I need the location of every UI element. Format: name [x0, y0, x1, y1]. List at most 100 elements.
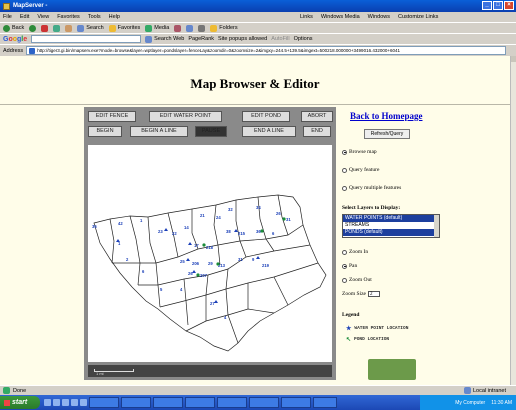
home-icon[interactable] — [65, 24, 73, 32]
forward-arrow-icon[interactable] — [29, 24, 37, 32]
legend-label: Legend — [342, 312, 360, 318]
pasture-map[interactable]: 36 42 1 23 22 14 21 24 32 34 26 31 38 21… — [88, 145, 332, 362]
autofill-button[interactable]: AutoFill — [271, 36, 289, 42]
overview-map[interactable] — [368, 359, 416, 380]
taskbar-item[interactable] — [89, 397, 119, 408]
vertical-scrollbar[interactable] — [510, 56, 516, 385]
quick-launch-icon[interactable] — [62, 399, 69, 406]
quick-launch-icon[interactable] — [71, 399, 78, 406]
pagerank-button[interactable]: PageRank — [188, 36, 214, 42]
menu-edit[interactable]: Edit — [20, 14, 29, 20]
ie-icon — [3, 2, 10, 10]
listbox-scrollbar[interactable] — [434, 215, 439, 237]
media-button[interactable]: Media — [145, 24, 169, 32]
refresh-query-button[interactable]: Refresh/Query — [364, 129, 410, 139]
pond-marker — [260, 229, 264, 233]
refresh-icon[interactable] — [53, 24, 61, 32]
taskbar-item[interactable] — [313, 397, 337, 408]
search-button[interactable]: Search — [77, 24, 104, 32]
history-icon[interactable] — [174, 24, 182, 32]
layers-listbox[interactable]: WATER POINTS (default) STREAMS PONDS (de… — [342, 214, 440, 238]
link-customize[interactable]: Customize Links — [398, 14, 438, 20]
taskbar-item[interactable] — [281, 397, 311, 408]
pond-marker — [216, 262, 220, 266]
map-label: 32 — [228, 207, 233, 212]
back-button[interactable]: Back — [3, 24, 24, 32]
favorites-button[interactable]: Favorites — [108, 24, 140, 32]
radio-icon[interactable] — [342, 249, 347, 255]
quick-launch-icon[interactable] — [53, 399, 60, 406]
menu-favorites[interactable]: Favorites — [57, 14, 80, 20]
radio-icon[interactable] — [342, 185, 347, 191]
address-input[interactable]: http://tiger3.gi.bin/mapserv.exe?mode=br… — [26, 46, 506, 55]
end-a-line-button[interactable]: END A LINE — [242, 126, 296, 137]
options-button[interactable]: Options — [294, 36, 313, 42]
taskbar-item[interactable] — [185, 397, 215, 408]
map-label: 218 — [206, 245, 214, 250]
pause-button[interactable]: PAUSE — [195, 126, 227, 137]
radio-icon[interactable] — [342, 149, 347, 155]
radio-icon[interactable] — [342, 277, 347, 283]
mode-query-multiple[interactable]: Query multiple features — [342, 185, 401, 191]
abort-button[interactable]: ABORT — [301, 111, 333, 122]
clock[interactable]: 11:30 AM — [491, 400, 512, 406]
map-label: 34 — [256, 205, 261, 210]
pan-option[interactable]: Pan — [342, 263, 357, 269]
mode-query-feature[interactable]: Query feature — [342, 167, 379, 173]
print-icon[interactable] — [198, 24, 206, 32]
popup-blocker-button[interactable]: Site popups allowed — [218, 36, 267, 42]
map-label: 206 — [192, 261, 200, 266]
layer-option-streams[interactable]: STREAMS — [343, 222, 435, 229]
tray-label[interactable]: My Computer — [455, 400, 485, 406]
edit-fence-button[interactable]: EDIT FENCE — [88, 111, 136, 122]
link-windows[interactable]: Windows — [368, 14, 390, 20]
scale-bar-strip: 1 mi — [88, 365, 332, 377]
zoom-size-input[interactable]: 2 — [367, 291, 380, 297]
window-title: MapServer - — [13, 3, 48, 9]
search-web-button[interactable]: Search Web — [145, 35, 184, 43]
layer-option-ponds[interactable]: PONDS (default) — [343, 229, 435, 236]
start-button[interactable]: start — [0, 396, 40, 409]
map-label: 1 — [140, 218, 143, 223]
edit-pond-button[interactable]: EDIT POND — [242, 111, 290, 122]
back-to-homepage-link[interactable]: Back to Homepage — [350, 111, 423, 121]
legend-item-water-point: ★ WATER POINT LOCATION — [346, 325, 409, 332]
taskbar-item[interactable] — [249, 397, 279, 408]
folders-button[interactable]: Folders — [210, 24, 238, 32]
pond-marker — [196, 273, 200, 277]
zoom-out-option[interactable]: Zoom Out — [342, 277, 372, 283]
taskbar-item[interactable] — [153, 397, 183, 408]
begin-a-line-button[interactable]: BEGIN A LINE — [130, 126, 188, 137]
mode-browse[interactable]: Browse map — [342, 149, 377, 155]
menu-file[interactable]: File — [3, 14, 12, 20]
google-logo[interactable]: Google — [3, 36, 27, 43]
link-windows-media[interactable]: Windows Media — [321, 14, 360, 20]
menu-help[interactable]: Help — [109, 14, 120, 20]
mail-icon[interactable] — [186, 24, 194, 32]
radio-icon[interactable] — [342, 167, 347, 173]
map-canvas[interactable]: 36 42 1 23 22 14 21 24 32 34 26 31 38 21… — [88, 145, 332, 362]
windows-taskbar: start My Computer 11:30 AM — [0, 395, 516, 410]
zoom-in-option[interactable]: Zoom In — [342, 249, 368, 255]
close-button[interactable]: × — [504, 1, 514, 10]
menu-tools[interactable]: Tools — [88, 14, 101, 20]
taskbar-item[interactable] — [121, 397, 151, 408]
quick-launch-icon[interactable] — [44, 399, 51, 406]
map-panel: EDIT FENCE EDIT WATER POINT EDIT POND AB… — [84, 107, 336, 380]
google-search-input[interactable] — [31, 35, 142, 43]
taskbar-item[interactable] — [217, 397, 247, 408]
quick-launch-icon[interactable] — [80, 399, 87, 406]
end-button[interactable]: END — [303, 126, 331, 137]
begin-button[interactable]: BEGIN — [88, 126, 122, 137]
radio-icon[interactable] — [342, 263, 347, 269]
map-label: 14 — [184, 225, 189, 230]
menu-bar: File Edit View Favorites Tools Help Link… — [0, 12, 516, 22]
maximize-button[interactable]: □ — [493, 1, 503, 10]
layer-option-water-points[interactable]: WATER POINTS (default) — [343, 215, 435, 222]
stop-icon[interactable] — [41, 24, 49, 32]
links-label[interactable]: Links — [300, 14, 313, 20]
select-layers-label: Select Layers to Display: — [342, 205, 401, 211]
edit-water-point-button[interactable]: EDIT WATER POINT — [149, 111, 222, 122]
menu-view[interactable]: View — [37, 14, 49, 20]
minimize-button[interactable]: _ — [482, 1, 492, 10]
